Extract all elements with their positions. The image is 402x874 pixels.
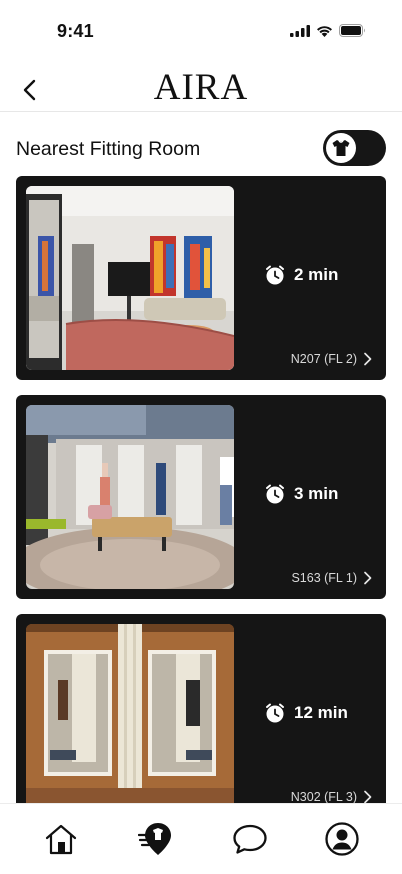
room-photo (26, 405, 234, 589)
nav-profile[interactable] (324, 821, 360, 857)
room-photo (26, 186, 234, 370)
nav-home[interactable] (43, 821, 79, 857)
chevron-right-icon (364, 790, 372, 804)
room-photo (26, 624, 234, 804)
status-bar: 9:41 (0, 0, 402, 60)
chevron-right-icon (364, 352, 372, 366)
walk-time: 2 min (264, 264, 338, 286)
room-label-text: N302 (FL 3) (290, 790, 357, 804)
fitting-room-list: 2 min N207 (FL 2) 3 min S163 (FL 1) 12 m… (16, 176, 386, 804)
room-label: N207 (FL 2) (291, 352, 372, 366)
app-title: AIRA (153, 67, 249, 108)
home-icon (45, 824, 77, 855)
clock-icon (266, 703, 284, 723)
status-icons (290, 24, 366, 37)
walk-time: 12 min (264, 702, 348, 724)
fitting-room-card[interactable]: 2 min N207 (FL 2) (16, 176, 386, 380)
room-label-text: S163 (FL 1) (291, 571, 357, 585)
shirt-icon (332, 140, 350, 156)
cellular-signal-icon (290, 24, 310, 37)
battery-icon (339, 24, 365, 37)
walk-time-text: 12 min (294, 703, 348, 722)
fitting-room-card[interactable]: 12 min N302 (FL 3) (16, 614, 386, 804)
walk-time: 3 min (264, 483, 338, 505)
user-circle-icon (325, 822, 359, 856)
chevron-right-icon (364, 571, 372, 585)
clock-icon (266, 265, 284, 285)
bottom-nav (0, 803, 402, 874)
room-label: S163 (FL 1) (291, 571, 372, 585)
walk-time-text: 3 min (294, 484, 339, 503)
section-title: Nearest Fitting Room (16, 138, 201, 160)
wifi-icon (317, 25, 332, 37)
chat-bubble-icon (233, 824, 267, 854)
status-time: 9:41 (57, 21, 94, 41)
toggle-knob (326, 133, 356, 163)
fitting-room-card[interactable]: 3 min S163 (FL 1) (16, 395, 386, 599)
clock-icon (266, 484, 284, 504)
nav-chat[interactable] (232, 821, 268, 857)
clothing-toggle[interactable] (323, 130, 386, 166)
room-label-text: N207 (FL 2) (290, 352, 357, 366)
location-pin-speed-icon (138, 823, 171, 855)
app-header: AIRA (0, 60, 402, 112)
room-label: N302 (FL 3) (291, 790, 372, 804)
walk-time-text: 2 min (294, 265, 339, 284)
nav-fitting-room-locator[interactable] (138, 821, 174, 857)
